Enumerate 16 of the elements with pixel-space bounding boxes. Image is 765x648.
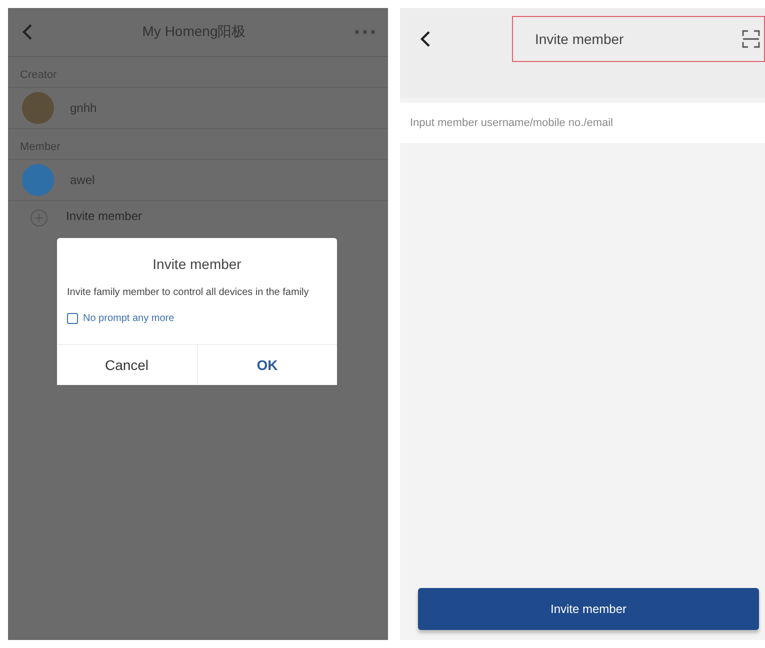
screen-title: Invite member — [535, 31, 624, 47]
member-name: gnhh — [70, 101, 97, 115]
back-icon[interactable] — [418, 30, 432, 48]
dialog-message: Invite family member to control all devices in the family — [66, 286, 310, 299]
scan-icon[interactable] — [742, 30, 760, 48]
avatar-circle — [22, 164, 54, 196]
checkbox[interactable] — [67, 313, 78, 324]
screen-title: My Homeng阳极 — [142, 23, 246, 41]
member-name: awel — [70, 173, 95, 187]
photo-placeholder — [22, 92, 54, 124]
ok-button[interactable]: OK — [196, 345, 337, 385]
dialog-title: Invite member — [152, 255, 242, 274]
checkbox-label[interactable]: No prompt any more — [83, 313, 174, 324]
invite-member-button[interactable]: Invite member — [418, 588, 759, 630]
input-field[interactable]: Input member username/mobile no./email — [400, 103, 765, 143]
invite-member-link[interactable]: Invite member — [66, 209, 142, 223]
